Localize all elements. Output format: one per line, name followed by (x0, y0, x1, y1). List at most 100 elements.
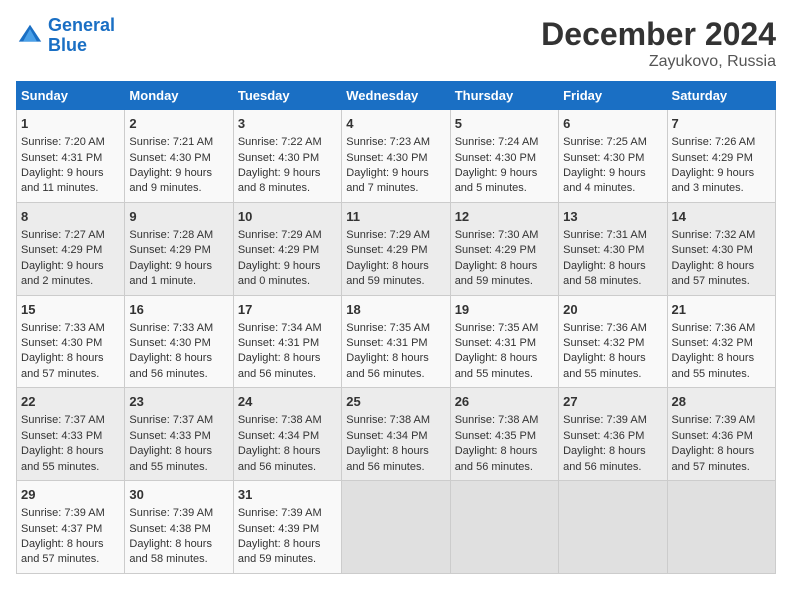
calendar-day-cell (667, 481, 775, 574)
day-number: 12 (455, 208, 554, 226)
sunset-text: Sunset: 4:36 PM (672, 430, 753, 442)
calendar-day-cell (450, 481, 558, 574)
sunset-text: Sunset: 4:30 PM (563, 244, 644, 256)
daylight-text: Daylight: 9 hours and 0 minutes. (238, 260, 321, 287)
sunset-text: Sunset: 4:30 PM (238, 152, 319, 164)
sunset-text: Sunset: 4:35 PM (455, 430, 536, 442)
day-of-week-header: Saturday (667, 82, 775, 110)
sunset-text: Sunset: 4:34 PM (346, 430, 427, 442)
calendar-day-cell: 24 Sunrise: 7:38 AM Sunset: 4:34 PM Dayl… (233, 388, 341, 481)
calendar-body: 1 Sunrise: 7:20 AM Sunset: 4:31 PM Dayli… (17, 110, 776, 574)
day-number: 7 (672, 115, 771, 133)
calendar-day-cell: 15 Sunrise: 7:33 AM Sunset: 4:30 PM Dayl… (17, 295, 125, 388)
calendar-day-cell: 13 Sunrise: 7:31 AM Sunset: 4:30 PM Dayl… (559, 202, 667, 295)
daylight-text: Daylight: 8 hours and 56 minutes. (563, 445, 646, 472)
daylight-text: Daylight: 8 hours and 56 minutes. (129, 352, 212, 379)
calendar-day-cell: 8 Sunrise: 7:27 AM Sunset: 4:29 PM Dayli… (17, 202, 125, 295)
daylight-text: Daylight: 8 hours and 58 minutes. (129, 538, 212, 565)
sunrise-text: Sunrise: 7:36 AM (563, 322, 647, 334)
sunset-text: Sunset: 4:29 PM (672, 152, 753, 164)
calendar-day-cell (559, 481, 667, 574)
daylight-text: Daylight: 8 hours and 55 minutes. (672, 352, 755, 379)
sunset-text: Sunset: 4:31 PM (238, 337, 319, 349)
sunset-text: Sunset: 4:31 PM (346, 337, 427, 349)
day-number: 10 (238, 208, 337, 226)
calendar-day-cell: 27 Sunrise: 7:39 AM Sunset: 4:36 PM Dayl… (559, 388, 667, 481)
daylight-text: Daylight: 8 hours and 56 minutes. (346, 445, 429, 472)
daylight-text: Daylight: 9 hours and 5 minutes. (455, 167, 538, 194)
daylight-text: Daylight: 8 hours and 56 minutes. (455, 445, 538, 472)
sunset-text: Sunset: 4:30 PM (455, 152, 536, 164)
day-number: 21 (672, 301, 771, 319)
sunrise-text: Sunrise: 7:26 AM (672, 136, 756, 148)
calendar-day-cell: 19 Sunrise: 7:35 AM Sunset: 4:31 PM Dayl… (450, 295, 558, 388)
day-number: 13 (563, 208, 662, 226)
sunset-text: Sunset: 4:30 PM (21, 337, 102, 349)
sunrise-text: Sunrise: 7:39 AM (129, 507, 213, 519)
daylight-text: Daylight: 9 hours and 1 minute. (129, 260, 212, 287)
day-number: 22 (21, 393, 120, 411)
day-number: 17 (238, 301, 337, 319)
day-number: 6 (563, 115, 662, 133)
calendar-day-cell: 3 Sunrise: 7:22 AM Sunset: 4:30 PM Dayli… (233, 110, 341, 203)
daylight-text: Daylight: 9 hours and 8 minutes. (238, 167, 321, 194)
logo: GeneralBlue (16, 16, 115, 56)
sunset-text: Sunset: 4:29 PM (455, 244, 536, 256)
calendar-day-cell: 10 Sunrise: 7:29 AM Sunset: 4:29 PM Dayl… (233, 202, 341, 295)
daylight-text: Daylight: 8 hours and 57 minutes. (21, 538, 104, 565)
calendar-day-cell (342, 481, 450, 574)
sunset-text: Sunset: 4:30 PM (346, 152, 427, 164)
calendar-day-cell: 14 Sunrise: 7:32 AM Sunset: 4:30 PM Dayl… (667, 202, 775, 295)
daylight-text: Daylight: 8 hours and 55 minutes. (129, 445, 212, 472)
day-number: 31 (238, 486, 337, 504)
sunrise-text: Sunrise: 7:20 AM (21, 136, 105, 148)
calendar-day-cell: 21 Sunrise: 7:36 AM Sunset: 4:32 PM Dayl… (667, 295, 775, 388)
sunrise-text: Sunrise: 7:37 AM (21, 414, 105, 426)
sunrise-text: Sunrise: 7:29 AM (346, 229, 430, 241)
daylight-text: Daylight: 9 hours and 11 minutes. (21, 167, 104, 194)
daylight-text: Daylight: 8 hours and 55 minutes. (563, 352, 646, 379)
day-number: 2 (129, 115, 228, 133)
sunrise-text: Sunrise: 7:39 AM (21, 507, 105, 519)
calendar-day-cell: 18 Sunrise: 7:35 AM Sunset: 4:31 PM Dayl… (342, 295, 450, 388)
calendar-week-row: 1 Sunrise: 7:20 AM Sunset: 4:31 PM Dayli… (17, 110, 776, 203)
sunrise-text: Sunrise: 7:23 AM (346, 136, 430, 148)
page-subtitle: Zayukovo, Russia (541, 53, 776, 71)
calendar-day-cell: 29 Sunrise: 7:39 AM Sunset: 4:37 PM Dayl… (17, 481, 125, 574)
sunrise-text: Sunrise: 7:32 AM (672, 229, 756, 241)
sunset-text: Sunset: 4:29 PM (238, 244, 319, 256)
day-number: 1 (21, 115, 120, 133)
sunset-text: Sunset: 4:33 PM (129, 430, 210, 442)
day-number: 9 (129, 208, 228, 226)
sunrise-text: Sunrise: 7:30 AM (455, 229, 539, 241)
daylight-text: Daylight: 8 hours and 55 minutes. (21, 445, 104, 472)
calendar-day-cell: 5 Sunrise: 7:24 AM Sunset: 4:30 PM Dayli… (450, 110, 558, 203)
page-title: December 2024 (541, 16, 776, 53)
sunset-text: Sunset: 4:31 PM (21, 152, 102, 164)
sunset-text: Sunset: 4:39 PM (238, 523, 319, 535)
daylight-text: Daylight: 8 hours and 59 minutes. (238, 538, 321, 565)
calendar-day-cell: 16 Sunrise: 7:33 AM Sunset: 4:30 PM Dayl… (125, 295, 233, 388)
calendar-day-cell: 6 Sunrise: 7:25 AM Sunset: 4:30 PM Dayli… (559, 110, 667, 203)
day-of-week-header: Thursday (450, 82, 558, 110)
calendar-day-cell: 1 Sunrise: 7:20 AM Sunset: 4:31 PM Dayli… (17, 110, 125, 203)
day-number: 26 (455, 393, 554, 411)
day-number: 19 (455, 301, 554, 319)
calendar-day-cell: 31 Sunrise: 7:39 AM Sunset: 4:39 PM Dayl… (233, 481, 341, 574)
calendar-week-row: 22 Sunrise: 7:37 AM Sunset: 4:33 PM Dayl… (17, 388, 776, 481)
day-number: 11 (346, 208, 445, 226)
calendar-day-cell: 28 Sunrise: 7:39 AM Sunset: 4:36 PM Dayl… (667, 388, 775, 481)
day-number: 3 (238, 115, 337, 133)
sunrise-text: Sunrise: 7:38 AM (238, 414, 322, 426)
calendar-day-cell: 30 Sunrise: 7:39 AM Sunset: 4:38 PM Dayl… (125, 481, 233, 574)
sunrise-text: Sunrise: 7:38 AM (455, 414, 539, 426)
sunrise-text: Sunrise: 7:39 AM (238, 507, 322, 519)
sunset-text: Sunset: 4:32 PM (563, 337, 644, 349)
daylight-text: Daylight: 8 hours and 58 minutes. (563, 260, 646, 287)
calendar-week-row: 29 Sunrise: 7:39 AM Sunset: 4:37 PM Dayl… (17, 481, 776, 574)
day-number: 30 (129, 486, 228, 504)
day-number: 18 (346, 301, 445, 319)
calendar-day-cell: 7 Sunrise: 7:26 AM Sunset: 4:29 PM Dayli… (667, 110, 775, 203)
sunrise-text: Sunrise: 7:21 AM (129, 136, 213, 148)
day-number: 25 (346, 393, 445, 411)
